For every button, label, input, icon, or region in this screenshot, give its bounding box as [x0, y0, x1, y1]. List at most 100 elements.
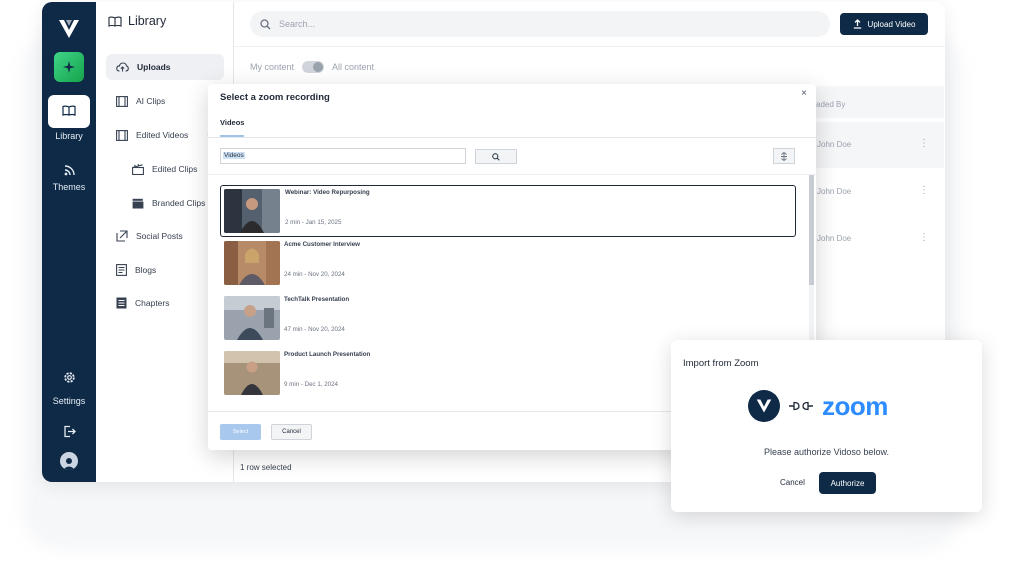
content-scope-toggle: My content All content: [250, 61, 374, 73]
nav-item-uploads[interactable]: Uploads: [106, 54, 224, 80]
video-meta: 24 min - Nov 20, 2024: [284, 271, 345, 278]
import-cancel-button[interactable]: Cancel: [780, 478, 805, 487]
video-name: Product Launch Presentation: [284, 351, 371, 358]
nav-label-social-posts: Social Posts: [136, 231, 183, 241]
table-row[interactable]: John Doe ⋮: [804, 216, 944, 262]
import-from-zoom-card: Import from Zoom zoom Please authorize V…: [671, 340, 982, 512]
authorize-message: Please authorize Vidoso below.: [764, 447, 889, 457]
document-icon: [116, 264, 127, 276]
book-icon: [62, 105, 76, 116]
nav-label-edited-clips: Edited Clips: [152, 164, 198, 174]
content-scope-switch[interactable]: [302, 61, 325, 73]
rail-item-settings[interactable]: Settings: [42, 371, 96, 406]
nav-item-chapters[interactable]: Chapters: [106, 290, 224, 316]
move-icon: [781, 151, 787, 161]
table-row[interactable]: John Doe ⋮: [804, 122, 944, 168]
video-name: Acme Customer Interview: [284, 241, 360, 248]
logout-icon: [63, 425, 76, 438]
film-icon: [116, 95, 128, 107]
move-handle-button[interactable]: [773, 148, 795, 164]
nav-item-edited-videos[interactable]: Edited Videos: [106, 122, 224, 148]
row-selected-status: 1 row selected: [240, 463, 292, 472]
film-icon: [116, 129, 128, 141]
rail-label-library: Library: [55, 131, 83, 141]
nav-item-ai-clips[interactable]: AI Clips: [106, 88, 224, 114]
video-meta: 9 min - Dec 1, 2024: [284, 381, 338, 388]
list-icon: [116, 297, 127, 309]
search-bar[interactable]: Search...: [250, 11, 830, 37]
dialog-title: Select a zoom recording: [220, 92, 330, 103]
nav-label-chapters: Chapters: [135, 298, 170, 308]
nav-label-uploads: Uploads: [137, 62, 171, 72]
share-post-icon: [116, 230, 128, 242]
vidoso-logo-icon: [748, 390, 780, 422]
close-icon[interactable]: ×: [801, 88, 807, 99]
video-meta: 47 min - Nov 20, 2024: [284, 326, 345, 333]
list-divider: [208, 174, 816, 175]
search-icon: [260, 18, 271, 29]
cloud-upload-icon: [116, 62, 129, 72]
upload-video-label: Upload Video: [867, 19, 916, 29]
icon-rail: Library Themes Settings: [42, 2, 96, 482]
more-options-icon[interactable]: ⋮: [919, 185, 929, 196]
integration-logos: zoom: [748, 390, 888, 422]
library-heading: Library: [108, 14, 166, 28]
list-item[interactable]: Acme Customer Interview 24 min - Nov 20,…: [220, 237, 796, 292]
select-button[interactable]: Select: [220, 424, 261, 440]
clapperboard-icon: [132, 198, 144, 208]
video-thumbnail: [224, 351, 280, 395]
clapperboard-icon: [132, 163, 144, 175]
logout-button[interactable]: [42, 425, 96, 444]
tab-videos[interactable]: Videos: [220, 118, 245, 137]
rail-label-settings: Settings: [52, 396, 86, 406]
find-button[interactable]: [475, 149, 517, 164]
nav-label-edited-videos: Edited Videos: [136, 130, 189, 140]
search-placeholder: Search...: [279, 19, 316, 29]
video-thumbnail: [224, 296, 280, 340]
rail-item-library[interactable]: Library: [48, 95, 90, 141]
header-divider: [234, 46, 945, 47]
video-name: TechTalk Presentation: [284, 296, 350, 303]
table-row[interactable]: John Doe ⋮: [804, 169, 944, 215]
book-icon: [108, 16, 122, 27]
user-avatar[interactable]: [60, 452, 78, 470]
screen: Library Themes Settings Library Uploads …: [0, 0, 1024, 565]
more-options-icon[interactable]: ⋮: [919, 232, 929, 243]
column-header-uploaded-by: aded By: [804, 86, 944, 118]
toggle-label-all-content: All content: [332, 62, 375, 72]
search-icon: [492, 152, 500, 161]
nav-label-blogs: Blogs: [135, 265, 157, 275]
nav-label-branded-clips: Branded Clips: [152, 198, 206, 208]
library-title: Library: [128, 14, 167, 28]
tab-divider: [208, 137, 816, 138]
cancel-button[interactable]: Cancel: [271, 424, 312, 440]
filter-value: Videos: [223, 152, 245, 159]
nav-item-social-posts[interactable]: Social Posts: [106, 223, 224, 249]
gear-icon: [63, 372, 75, 383]
uploaded-by-cell: John Doe: [817, 234, 852, 243]
video-thumbnail: [224, 241, 280, 285]
user-icon: [63, 458, 75, 470]
uploaded-by-cell: John Doe: [817, 140, 852, 149]
list-item[interactable]: TechTalk Presentation 47 min - Nov 20, 2…: [220, 292, 796, 347]
vidoso-logo-icon[interactable]: [57, 18, 81, 40]
ai-sparkle-button[interactable]: [54, 52, 84, 82]
import-title: Import from Zoom: [683, 358, 759, 369]
upload-icon: [853, 19, 861, 29]
nav-item-blogs[interactable]: Blogs: [106, 257, 224, 283]
video-filter-input[interactable]: Videos: [220, 148, 466, 164]
toggle-label-my-content: My content: [250, 62, 295, 72]
zoom-logo: zoom: [822, 390, 888, 421]
list-item[interactable]: Webinar: Video Repurposing 2 min - Jan 1…: [220, 185, 796, 237]
video-name: Webinar: Video Repurposing: [285, 189, 370, 196]
video-thumbnail: [224, 189, 280, 233]
upload-video-button[interactable]: Upload Video: [840, 13, 928, 35]
rail-item-themes[interactable]: Themes: [42, 165, 96, 192]
nav-label-ai-clips: AI Clips: [136, 96, 166, 106]
more-options-icon[interactable]: ⋮: [919, 138, 929, 149]
authorize-button[interactable]: Authorize: [819, 472, 876, 494]
rail-label-themes: Themes: [52, 182, 86, 192]
sparkle-icon: [63, 61, 75, 73]
uploaded-by-cell: John Doe: [817, 187, 852, 196]
connect-plug-icon: [789, 401, 813, 411]
